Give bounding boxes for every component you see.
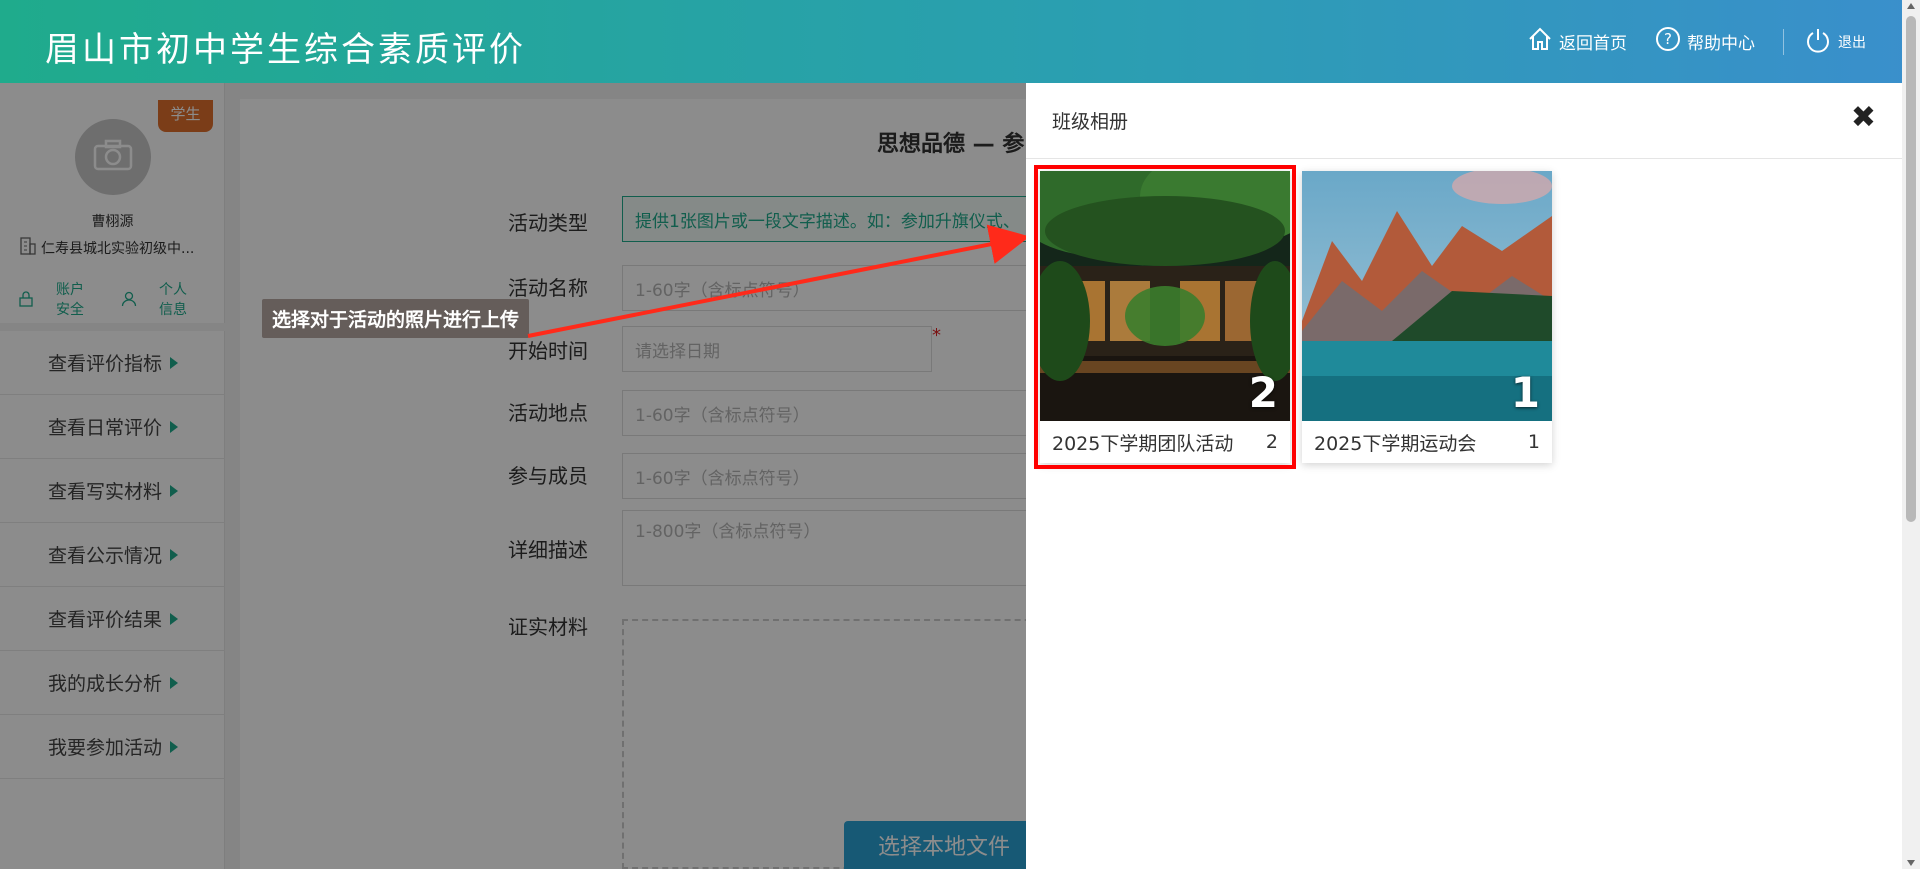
panel-title: 班级相册: [1052, 111, 1129, 133]
album-photo-count-overlay: 2: [1248, 368, 1278, 417]
home-link-label: 返回首页: [1559, 34, 1627, 54]
annotation-tooltip: 选择对于活动的照片进行上传: [262, 299, 530, 338]
album-card-team-activity[interactable]: 2 2025下学期团队活动 2: [1034, 165, 1296, 469]
album-caption: 2025下学期团队活动 2: [1040, 421, 1290, 463]
app-header: 眉山市初中学生综合素质评价 返回首页 ? 帮助中心 退出: [0, 0, 1920, 83]
home-icon: [1527, 26, 1559, 57]
album-count: 2: [1265, 431, 1278, 453]
album-name: 2025下学期运动会: [1314, 432, 1477, 455]
class-album-panel: 班级相册 ✖ 2 2025下学期团队活动 2 1 2025下学期运动会 1: [1026, 83, 1902, 869]
panel-header: 班级相册 ✖: [1026, 83, 1902, 159]
app-title: 眉山市初中学生综合素质评价: [45, 30, 526, 70]
nav-divider: [1783, 28, 1784, 55]
power-icon: [1804, 26, 1838, 58]
album-thumbnail: 1: [1302, 171, 1552, 421]
album-caption: 2025下学期运动会 1: [1302, 421, 1552, 463]
album-name: 2025下学期团队活动: [1052, 432, 1234, 455]
album-count: 1: [1527, 431, 1540, 453]
svg-text:?: ?: [1664, 30, 1672, 48]
album-card-sports-meet[interactable]: 1 2025下学期运动会 1: [1302, 171, 1552, 463]
scrollbar-thumb[interactable]: [1906, 16, 1916, 522]
help-link[interactable]: ? 帮助中心: [1655, 26, 1755, 57]
album-thumbnail: 2: [1040, 171, 1290, 421]
home-link[interactable]: 返回首页: [1527, 26, 1627, 57]
page-scrollbar[interactable]: [1902, 0, 1920, 869]
album-photo-count-overlay: 1: [1510, 368, 1540, 417]
scroll-down-icon[interactable]: [1907, 860, 1915, 866]
close-icon[interactable]: ✖: [1851, 103, 1876, 133]
header-nav: 返回首页 ? 帮助中心 退出: [1527, 0, 1920, 83]
help-link-label: 帮助中心: [1687, 34, 1755, 54]
modal-overlay[interactable]: [0, 83, 1026, 869]
logout-button[interactable]: 退出: [1804, 26, 1866, 58]
scroll-up-icon[interactable]: [1907, 3, 1915, 9]
help-icon: ?: [1655, 26, 1687, 57]
logout-label: 退出: [1838, 34, 1866, 51]
